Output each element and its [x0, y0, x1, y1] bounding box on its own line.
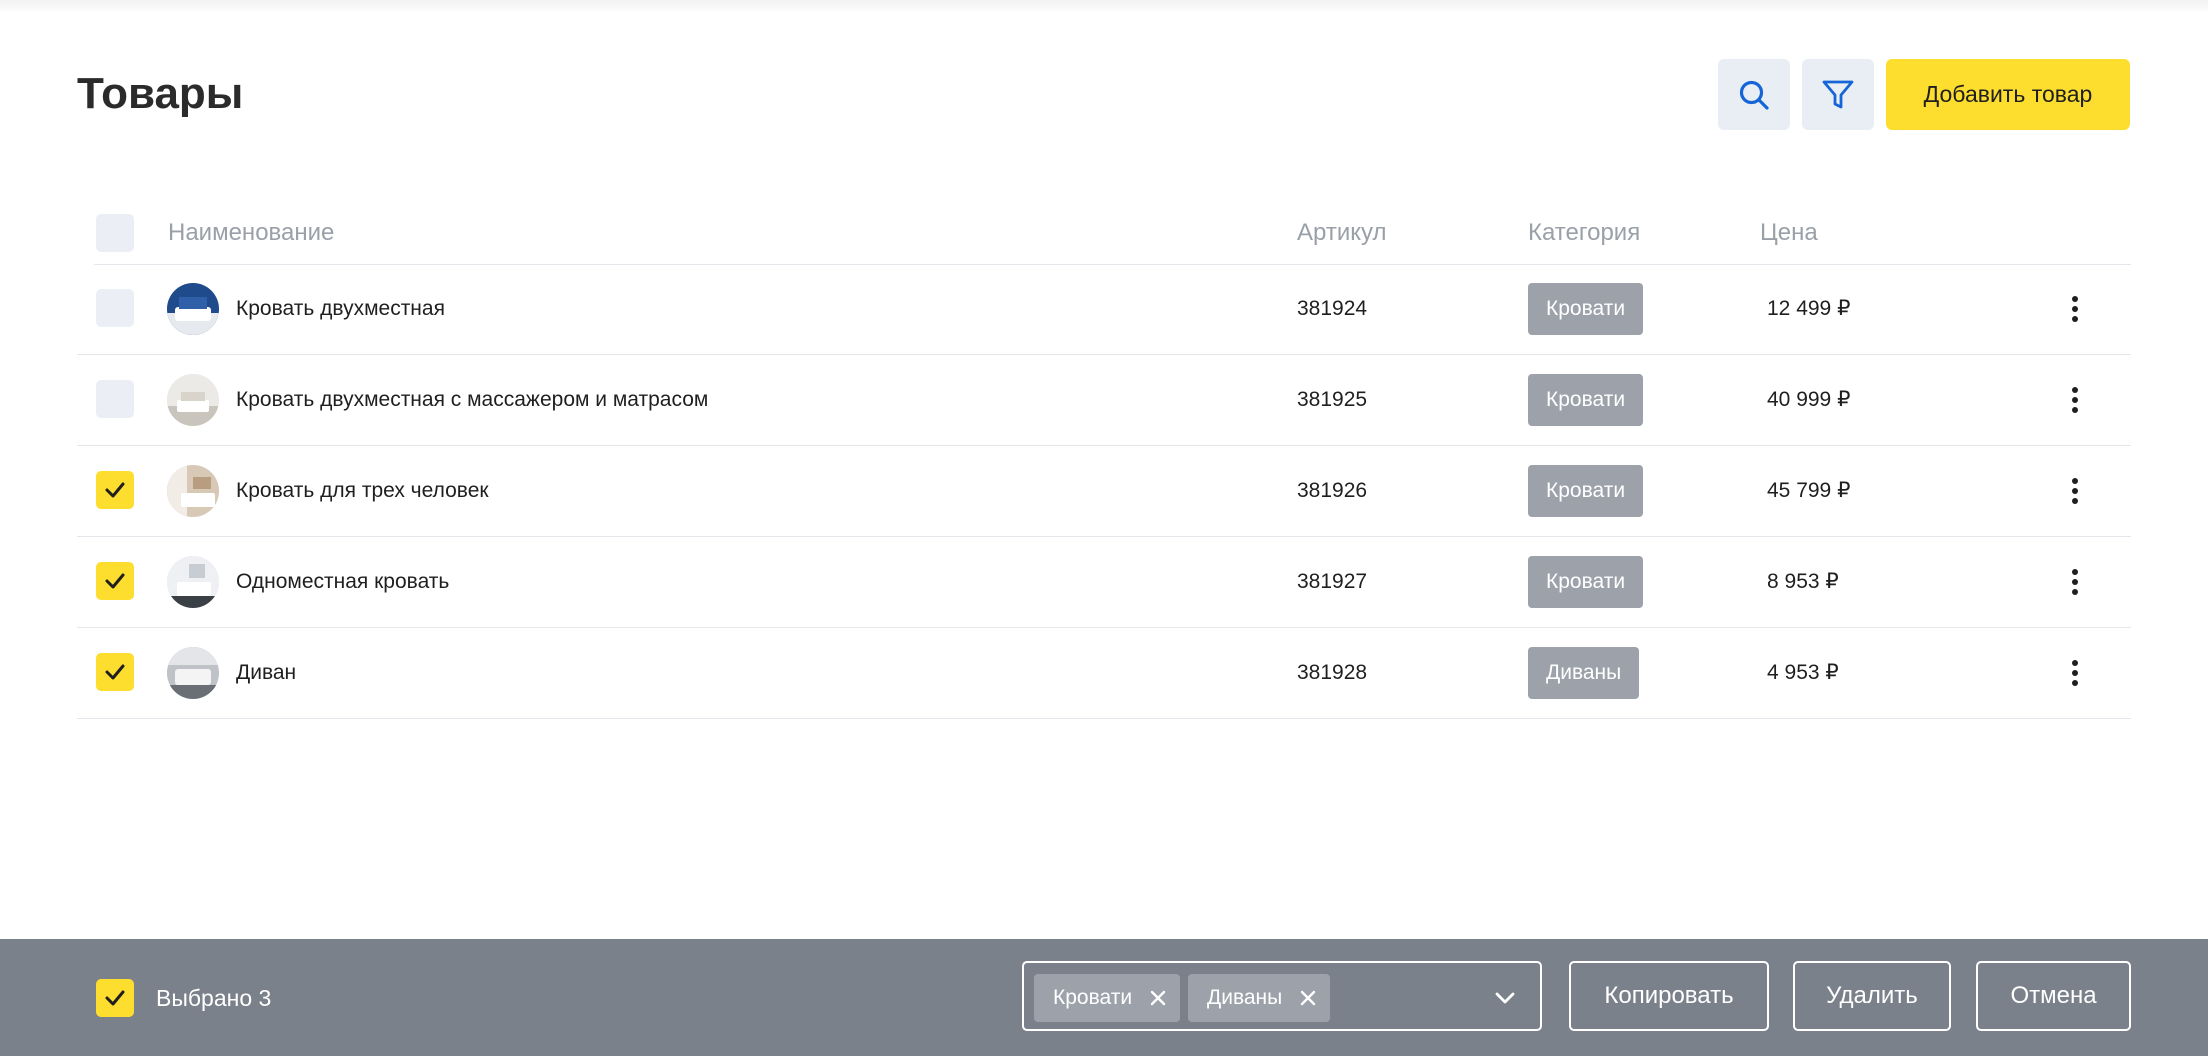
category-badge[interactable]: Кровати — [1528, 374, 1644, 426]
product-name[interactable]: Одноместная кровать — [236, 537, 449, 627]
product-price: 4 953 ₽ — [1767, 661, 1839, 684]
page-title: Товары — [77, 69, 244, 118]
product-thumbnail — [167, 374, 219, 426]
search-icon — [1739, 80, 1769, 110]
product-sku: 381925 — [1297, 388, 1368, 411]
product-thumbnail — [167, 647, 219, 699]
column-header-sku: Артикул — [1297, 219, 1387, 246]
product-name[interactable]: Кровать двухместная с массажером и матра… — [236, 355, 708, 445]
chevron-down-icon[interactable] — [1492, 985, 1518, 1011]
selected-count: Выбрано 3 — [156, 985, 272, 1011]
cancel-button[interactable]: Отмена — [1976, 961, 2131, 1031]
close-icon[interactable] — [1148, 988, 1168, 1008]
filter-icon — [1822, 80, 1854, 108]
product-sku: 381928 — [1297, 661, 1368, 684]
column-header-category: Категория — [1528, 219, 1641, 246]
product-sku: 381926 — [1297, 479, 1368, 502]
more-vertical-icon — [2072, 387, 2078, 413]
product-thumbnail — [167, 556, 219, 608]
row-menu-button[interactable] — [2055, 289, 2095, 329]
category-badge[interactable]: Кровати — [1528, 556, 1644, 608]
table-row: Кровать двухместная с массажером и матра… — [77, 355, 2131, 446]
table-row: Кровать для трех человек 381926 Кровати … — [77, 446, 2131, 537]
copy-button[interactable]: Копировать — [1569, 961, 1769, 1031]
tag-chip: Диваны — [1188, 974, 1331, 1022]
check-icon — [105, 664, 125, 680]
product-name[interactable]: Кровать двухместная — [236, 264, 445, 354]
check-icon — [105, 482, 125, 498]
table-row: Одноместная кровать 381927 Кровати 8 953… — [77, 537, 2131, 628]
delete-button[interactable]: Удалить — [1793, 961, 1951, 1031]
row-menu-button[interactable] — [2055, 562, 2095, 602]
row-checkbox[interactable] — [96, 380, 134, 418]
more-vertical-icon — [2072, 660, 2078, 686]
check-icon — [105, 573, 125, 589]
close-icon[interactable] — [1298, 988, 1318, 1008]
tag-chip-label: Кровати — [1053, 986, 1133, 1009]
category-badge[interactable]: Кровати — [1528, 283, 1644, 335]
add-product-button[interactable]: Добавить товар — [1886, 59, 2130, 130]
table-row: Диван 381928 Диваны 4 953 ₽ — [77, 628, 2131, 719]
category-badge[interactable]: Кровати — [1528, 465, 1644, 517]
table-row: Кровать двухместная 381924 Кровати 12 49… — [77, 264, 2131, 355]
product-thumbnail — [167, 283, 219, 335]
product-sku: 381927 — [1297, 570, 1368, 593]
product-price: 12 499 ₽ — [1767, 297, 1851, 320]
select-all-checkbox[interactable] — [96, 214, 134, 252]
bulk-select-checkbox[interactable] — [96, 979, 134, 1017]
product-thumbnail — [167, 465, 219, 517]
more-vertical-icon — [2072, 296, 2078, 322]
top-shadow — [0, 0, 2208, 14]
row-checkbox[interactable] — [96, 289, 134, 327]
product-sku: 381924 — [1297, 297, 1368, 320]
more-vertical-icon — [2072, 569, 2078, 595]
product-name[interactable]: Диван — [236, 628, 296, 718]
row-menu-button[interactable] — [2055, 380, 2095, 420]
product-price: 45 799 ₽ — [1767, 479, 1851, 502]
table-header: Наименование Артикул Категория Цена — [94, 210, 2131, 265]
check-icon — [105, 990, 125, 1006]
bulk-action-bar: Выбрано 3 Кровати Диваны Копировать Удал… — [0, 939, 2208, 1056]
filter-button[interactable] — [1802, 59, 1874, 130]
search-button[interactable] — [1718, 59, 1790, 130]
category-tag-select[interactable]: Кровати Диваны — [1022, 961, 1542, 1031]
row-checkbox[interactable] — [96, 471, 134, 509]
category-badge[interactable]: Диваны — [1528, 647, 1640, 699]
product-price: 40 999 ₽ — [1767, 388, 1851, 411]
row-menu-button[interactable] — [2055, 471, 2095, 511]
row-checkbox[interactable] — [96, 562, 134, 600]
product-price: 8 953 ₽ — [1767, 570, 1839, 593]
more-vertical-icon — [2072, 478, 2078, 504]
column-header-name: Наименование — [168, 219, 335, 246]
product-name[interactable]: Кровать для трех человек — [236, 446, 489, 536]
row-checkbox[interactable] — [96, 653, 134, 691]
tag-chip-label: Диваны — [1207, 986, 1283, 1009]
row-menu-button[interactable] — [2055, 653, 2095, 693]
column-header-price: Цена — [1760, 219, 1818, 246]
tag-chip: Кровати — [1034, 974, 1181, 1022]
